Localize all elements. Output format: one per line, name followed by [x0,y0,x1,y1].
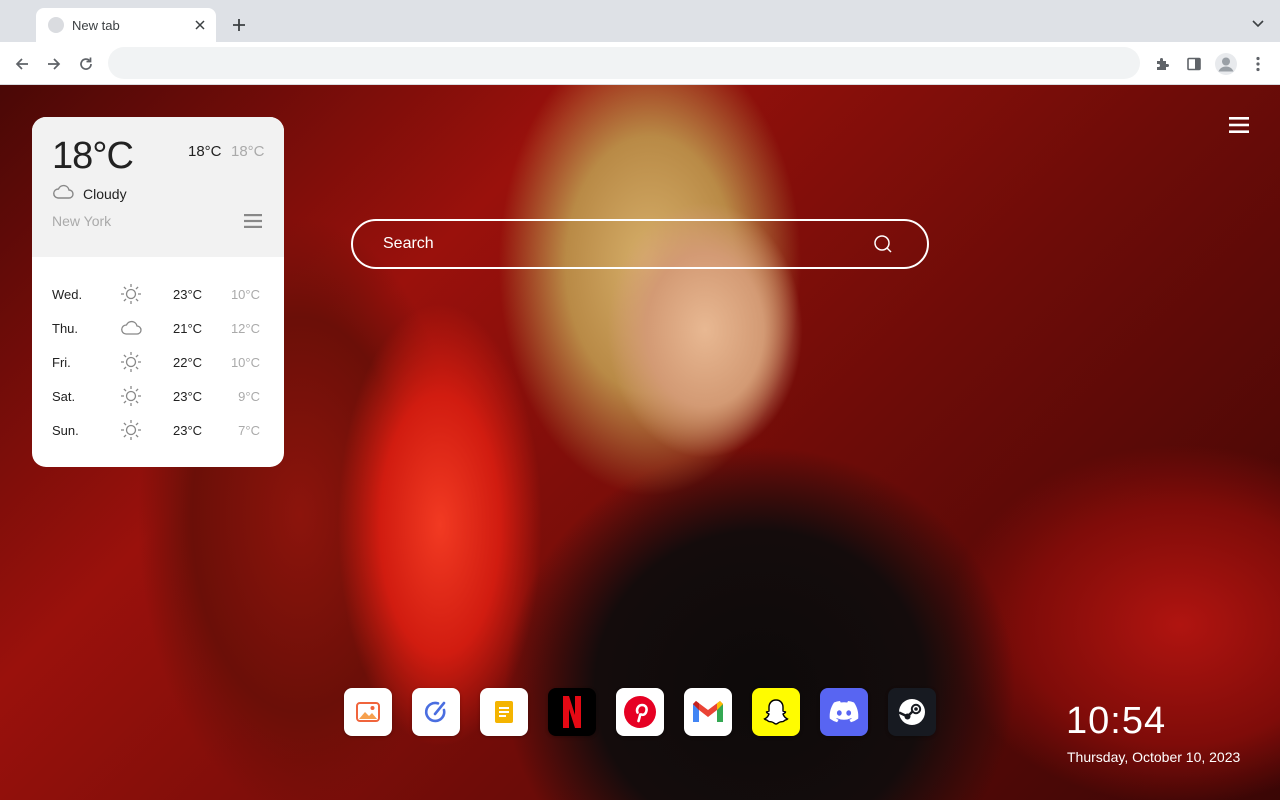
forecast-day: Wed. [52,287,83,302]
tab-favicon-icon [48,17,64,33]
kebab-menu-icon[interactable] [1245,51,1271,77]
forecast-low: 7°C [238,423,260,438]
shortcut-dock [344,688,936,736]
forecast-day: Sat. [52,389,76,404]
pinterest-icon [624,696,656,728]
clock-date: Thursday, October 10, 2023 [1067,749,1241,765]
forecast-day: Sun. [52,423,79,438]
forecast-high: 22°C [173,355,203,370]
search-icon[interactable] [873,234,893,254]
forecast-day: Thu. [52,321,79,336]
sun-icon [121,420,141,440]
reload-icon[interactable] [73,51,99,77]
notes-icon [495,701,513,723]
shortcut-gmail[interactable] [684,688,732,736]
sun-icon [121,386,141,406]
netflix-icon [563,696,581,728]
cloud-icon [53,184,74,199]
weather-widget: 18°C 18°C 18°C Cloudy New York Wed. 23°C… [32,117,284,467]
forecast-high: 23°C [173,423,203,438]
forecast-list: Wed. 23°C 10°C Thu. 21°C 12°C Fri. 22°C … [32,277,284,447]
weather-current: 18°C 18°C 18°C Cloudy New York [32,117,284,257]
shortcut-steam[interactable] [888,688,936,736]
weather-condition: Cloudy [83,186,127,202]
weather-city: New York [52,213,112,229]
forecast-row: Sun. 23°C 7°C [32,413,284,447]
forecast-low: 12°C [230,321,260,336]
sun-icon [121,284,141,304]
clock-time: 10:54 [1066,700,1167,742]
current-temperature: 18°C [52,135,134,177]
profile-avatar-icon[interactable] [1213,51,1239,77]
hamburger-menu-icon[interactable] [1228,116,1250,134]
gmail-icon [693,701,723,722]
today-high: 18°C [188,143,222,160]
forecast-low: 10°C [230,287,260,302]
forecast-high: 21°C [173,321,203,336]
search-input[interactable] [383,235,873,253]
forecast-row: Sat. 23°C 9°C [32,379,284,413]
shortcut-discord[interactable] [820,688,868,736]
forecast-row: Fri. 22°C 10°C [32,345,284,379]
weather-menu-icon[interactable] [243,213,263,229]
forward-arrow-icon[interactable] [41,51,67,77]
forecast-row: Wed. 23°C 10°C [32,277,284,311]
image-icon [356,702,380,722]
forecast-low: 10°C [230,355,260,370]
extensions-puzzle-icon[interactable] [1149,51,1175,77]
close-icon[interactable] [192,17,208,33]
discord-icon [829,701,859,723]
side-panel-icon[interactable] [1181,51,1207,77]
snapchat-icon [763,699,789,725]
browser-toolbar [0,42,1280,85]
forecast-low: 9°C [238,389,260,404]
back-arrow-icon[interactable] [9,51,35,77]
steam-icon [898,699,925,725]
new-tab-button[interactable] [228,14,250,36]
forecast-row: Thu. 21°C 12°C [32,311,284,345]
shortcut-netflix[interactable] [548,688,596,736]
forecast-high: 23°C [173,389,203,404]
tab-new-tab[interactable]: New tab [36,8,216,42]
forecast-day: Fri. [52,355,71,370]
address-bar[interactable] [108,47,1140,79]
search-bar [351,219,929,269]
today-low: 18°C [231,143,265,160]
tab-strip: New tab [0,0,1280,42]
shortcut-gallery[interactable] [344,688,392,736]
tab-search-chevron-icon[interactable] [1248,14,1268,34]
tab-title: New tab [72,17,120,33]
pen-circle-icon [424,701,446,723]
shortcut-notes[interactable] [480,688,528,736]
shortcut-snapchat[interactable] [752,688,800,736]
cloud-icon [121,320,142,335]
forecast-high: 23°C [173,287,203,302]
shortcut-pen[interactable] [412,688,460,736]
shortcut-pinterest[interactable] [616,688,664,736]
sun-icon [121,352,141,372]
